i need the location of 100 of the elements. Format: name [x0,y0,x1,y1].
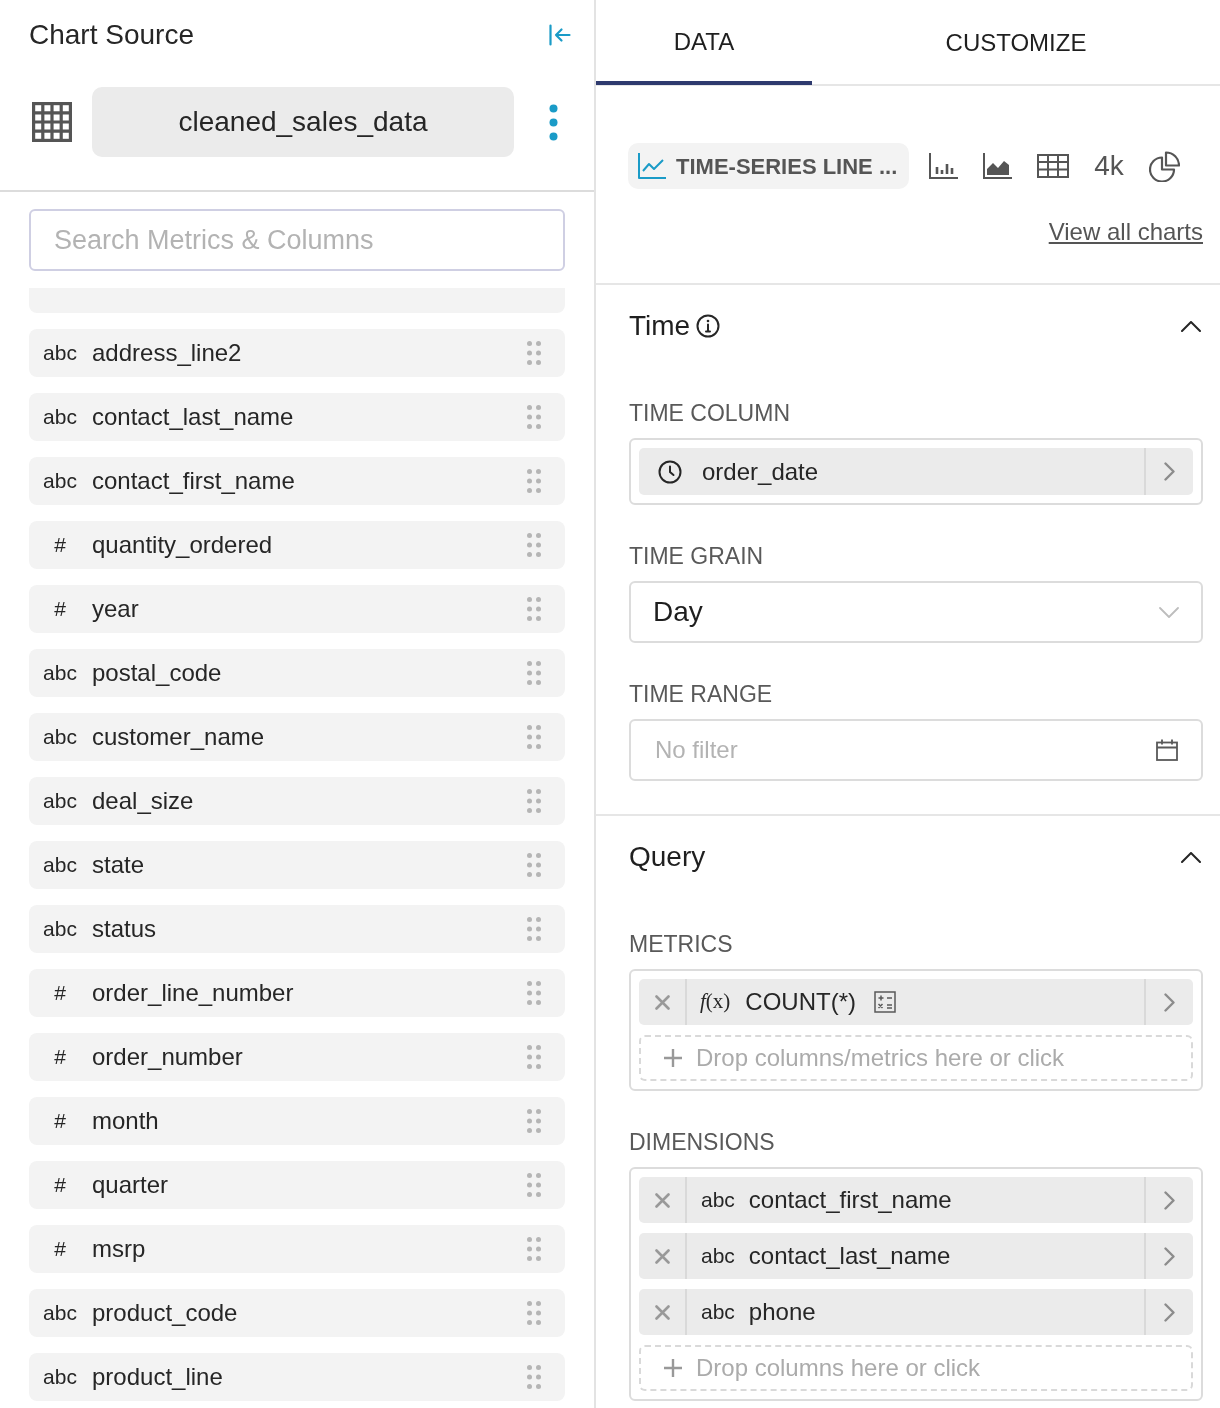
column-item[interactable]: # month [29,1097,565,1145]
column-name: order_line_number [92,978,294,1008]
drag-handle-icon[interactable] [527,789,541,813]
drag-handle-icon[interactable] [527,1173,541,1197]
drag-handle-icon[interactable] [527,1237,541,1261]
column-item[interactable]: # order_number [29,1033,565,1081]
column-name: order_date [702,456,819,487]
clock-icon [658,459,682,484]
chevron-right-icon [1164,1246,1175,1266]
column-item[interactable]: # msrp [29,1225,565,1273]
column-item[interactable]: abc postal_code [29,649,565,697]
column-type-label: # [53,980,67,1007]
column-name: order_number [92,1042,243,1072]
plus-icon [664,1049,682,1067]
column-type-label: abc [42,852,78,879]
chevron-up-icon[interactable] [1181,320,1201,332]
table-icon [32,102,72,142]
drag-handle-icon[interactable] [527,661,541,685]
column-name: contact_first_name [92,466,295,496]
column-item[interactable]: abc product_code [29,1289,565,1337]
pie-chart-icon[interactable] [1148,150,1180,182]
column-item[interactable]: abc contact_last_name [29,393,565,441]
function-label: f(x) [700,988,731,1016]
drag-handle-icon[interactable] [527,917,541,941]
column-type-label: abc [42,660,78,687]
close-icon [654,1248,670,1264]
calendar-icon[interactable] [1156,739,1178,761]
column-type-label: abc [42,788,78,815]
column-item[interactable]: # order_line_number [29,969,565,1017]
column-item[interactable]: abc deal_size [29,777,565,825]
dataset-button[interactable]: cleaned_sales_data [92,87,514,157]
drag-handle-icon[interactable] [527,1301,541,1325]
column-item[interactable]: abc contact_first_name [29,457,565,505]
drag-handle-icon[interactable] [527,533,541,557]
column-item[interactable]: abc product_line [29,1353,565,1401]
big-number-button[interactable]: 4k [1094,150,1124,182]
dimension-chip[interactable]: abc contact_last_name [639,1233,1193,1279]
drag-handle-icon[interactable] [527,341,541,365]
table-icon[interactable] [1037,154,1070,178]
column-item[interactable]: abc state [29,841,565,889]
area-chart-icon[interactable] [983,153,1013,179]
column-item[interactable]: abc address_line2 [29,329,565,377]
search-field[interactable]: Search Metrics & Columns [29,209,565,271]
bar-chart-icon[interactable] [929,153,959,179]
info-icon[interactable] [696,314,721,338]
collapse-icon[interactable] [549,24,571,46]
metric-chip[interactable]: f(x) COUNT(*) [639,979,1193,1025]
tab[interactable]: DATA [596,0,812,85]
column-name: customer_name [92,722,265,752]
section-title: Query [629,840,706,874]
column-name: contact_last_name [92,402,294,432]
drag-handle-icon[interactable] [527,853,541,877]
drag-handle-icon[interactable] [527,1045,541,1069]
drag-handle-icon[interactable] [527,1365,541,1389]
more-options-icon[interactable] [549,103,558,141]
close-icon [654,994,670,1010]
field-label: TIME GRAIN [629,542,765,570]
field-label: METRICS [629,930,734,958]
chevron-right-icon [1164,1190,1175,1210]
field-label: TIME RANGE [629,680,774,708]
column-item[interactable]: abc customer_name [29,713,565,761]
column-name: quarter [92,1170,169,1200]
column-type-label: # [53,596,67,623]
column-type-label: abc [701,1299,735,1326]
time-grain-select[interactable]: Day [629,581,1203,643]
drag-handle-icon[interactable] [527,981,541,1005]
column-item[interactable]: # year [29,585,565,633]
metric-name: COUNT(*) [745,987,856,1017]
column-name: msrp [92,1234,146,1264]
dimension-chip[interactable]: abc phone [639,1289,1193,1335]
view-all-charts-link[interactable]: View all charts [1048,218,1203,246]
field-label: TIME COLUMN [629,399,791,427]
column-type-label: abc [42,404,78,431]
close-icon [654,1304,670,1320]
drag-handle-icon[interactable] [527,405,541,429]
chevron-down-icon [1159,606,1179,618]
column-item[interactable]: # quantity_ordered [29,521,565,569]
column-name: postal_code [92,658,222,688]
chevron-up-icon[interactable] [1181,851,1201,863]
column-name: quantity_ordered [92,530,273,560]
column-item[interactable]: # quarter [29,1161,565,1209]
drag-handle-icon[interactable] [527,725,541,749]
chart-type-button[interactable]: TIME-SERIES LINE ... [628,143,910,189]
tab[interactable]: CUSTOMIZE [812,0,1220,85]
drag-handle-icon[interactable] [527,469,541,493]
column-name: product_line [92,1362,223,1392]
drag-handle-icon[interactable] [527,1109,541,1133]
column-type-label: # [53,532,67,559]
column-name: product_code [92,1298,238,1328]
column-type-label: abc [701,1243,735,1270]
column-name: contact_last_name [748,1241,951,1271]
column-item[interactable]: abc status [29,905,565,953]
panel-title: Chart Source [29,18,194,52]
dimension-chip[interactable]: abc contact_first_name [639,1177,1193,1223]
column-chip[interactable]: order_date [639,448,1193,495]
time-range-field[interactable]: No filter [629,719,1203,781]
field-label: DIMENSIONS [629,1128,776,1156]
chevron-right-icon [1164,462,1175,481]
drag-handle-icon[interactable] [527,597,541,621]
column-name: address_line2 [92,338,242,368]
